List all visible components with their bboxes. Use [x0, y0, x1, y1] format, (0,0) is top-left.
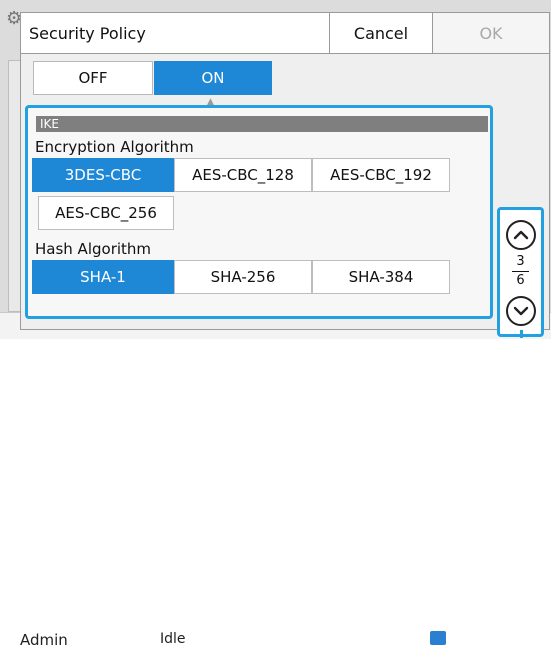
page-down-button[interactable] [506, 296, 536, 326]
ike-settings-panel[interactable]: IKE Encryption Algorithm 3DES-CBC AES-CB… [25, 105, 493, 319]
status-user: Admin [20, 631, 68, 649]
section-header-ike: IKE [36, 116, 488, 132]
option-sha-1[interactable]: SHA-1 [32, 260, 174, 294]
page-up-button[interactable] [506, 220, 536, 250]
status-text: Idle [160, 631, 186, 647]
dialog-title-bar: Security Policy Cancel OK [21, 13, 549, 54]
dialog-title: Security Policy [29, 24, 146, 43]
page-navigator: 3 6 [497, 207, 544, 337]
page-current: 3 [516, 254, 525, 269]
toggle-on-button[interactable]: ON [154, 61, 272, 95]
page-fraction-divider [512, 271, 529, 272]
option-aes-cbc-128[interactable]: AES-CBC_128 [174, 158, 312, 192]
security-policy-dialog: Security Policy Cancel OK OFF ON ▲ IKE E… [20, 12, 550, 337]
option-aes-cbc-256[interactable]: AES-CBC_256 [38, 196, 174, 230]
option-sha-384[interactable]: SHA-384 [312, 260, 450, 294]
option-sha-256[interactable]: SHA-256 [174, 260, 312, 294]
toggle-off-button[interactable]: OFF [33, 61, 153, 95]
chevron-up-icon [513, 230, 529, 240]
page-total: 6 [516, 273, 525, 288]
ok-button[interactable]: OK [433, 13, 549, 53]
status-icon [430, 631, 446, 645]
focus-edge-mark [520, 330, 523, 338]
chevron-down-icon [513, 306, 529, 316]
encryption-algorithm-label: Encryption Algorithm [35, 138, 194, 156]
cancel-button[interactable]: Cancel [329, 13, 433, 53]
hash-algorithm-label: Hash Algorithm [35, 240, 152, 258]
option-aes-cbc-192[interactable]: AES-CBC_192 [312, 158, 450, 192]
option-3des-cbc[interactable]: 3DES-CBC [32, 158, 174, 192]
